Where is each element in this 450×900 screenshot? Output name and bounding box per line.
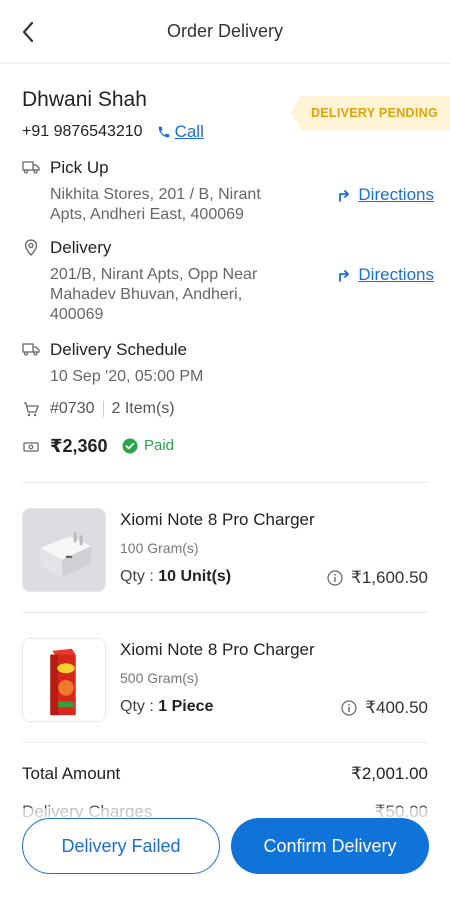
schedule-value: 10 Sep '20, 05:00 PM [50, 368, 204, 385]
order-item-count: 2 Item(s) [111, 400, 175, 417]
divider [22, 612, 428, 613]
delivery-truck-icon [22, 340, 40, 358]
status-badge: DELIVERY PENDING [290, 96, 450, 130]
divider [22, 742, 428, 743]
info-icon[interactable] [327, 570, 343, 586]
pickup-address-line: Apts, Andheri East, 400069 [50, 206, 244, 223]
item-qty: Qty : 10 Unit(s) [120, 568, 231, 586]
delivery-address-line: Mahadev Bhuvan, Andheri, [50, 286, 243, 303]
schedule-label: Delivery Schedule [50, 340, 188, 359]
qty-value: 10 Unit(s) [158, 568, 232, 585]
order-info: #0730 2 Item(s) [50, 400, 175, 418]
location-pin-icon [22, 238, 40, 256]
directions-label: Directions [358, 185, 434, 204]
item-weight: 100 Gram(s) [120, 540, 199, 556]
total-label: Total Amount [22, 764, 121, 783]
delivery-label: Delivery [50, 238, 112, 257]
directions-arrow-icon [339, 270, 350, 282]
customer-phone: +91 9876543210 [22, 123, 143, 140]
item-name: Xiomi Note 8 Pro Charger [120, 640, 315, 659]
order-item: Xiomi Note 8 Pro Charger 500 Gram(s) Qty… [22, 638, 428, 728]
page-title: Order Delivery [166, 20, 284, 41]
cash-icon [22, 438, 40, 456]
pickup-truck-icon [22, 158, 40, 176]
customer-info: Dhwani Shah +91 9876543210 Call [22, 88, 204, 142]
order-id: #0730 [50, 400, 95, 417]
cart-icon [22, 400, 40, 418]
total-amount-row: Total Amount ₹2,001.00 [22, 764, 428, 784]
phone-icon [158, 126, 169, 138]
back-arrow-icon[interactable] [16, 20, 40, 44]
action-footer: Delivery Failed Confirm Delivery [0, 808, 450, 900]
delivery-failed-button[interactable]: Delivery Failed [22, 818, 220, 874]
directions-label: Directions [358, 265, 434, 284]
product-image-juice [22, 638, 106, 722]
paid-label: Paid [144, 437, 175, 454]
price-value: ₹1,600.50 [351, 568, 428, 587]
phone-row: +91 9876543210 Call [22, 122, 204, 142]
qty-value: 1 Piece [158, 698, 214, 715]
customer-name: Dhwani Shah [22, 88, 147, 111]
call-label: Call [174, 122, 204, 141]
order-details: Dhwani Shah +91 9876543210 Call DELIVERY… [0, 66, 450, 900]
delivery-address-line: 400069 [50, 306, 104, 323]
product-image-charger [22, 508, 106, 592]
item-qty: Qty : 1 Piece [120, 698, 213, 716]
delivery-directions-link[interactable]: Directions [338, 265, 434, 285]
pickup-address-line: Nikhita Stores, 201 / B, Nirant [50, 186, 261, 203]
price-value: ₹400.50 [365, 698, 428, 717]
item-weight: 500 Gram(s) [120, 670, 199, 686]
item-name: Xiomi Note 8 Pro Charger [120, 510, 315, 529]
confirm-delivery-button[interactable]: Confirm Delivery [231, 818, 429, 874]
payment-amount: ₹2,360 [50, 436, 108, 456]
delivery-address: 201/B, Nirant Apts, Opp Near Mahadev Bhu… [50, 265, 310, 325]
qty-label: Qty : [120, 568, 154, 585]
qty-label: Qty : [120, 698, 154, 715]
app-header: Order Delivery [0, 0, 450, 64]
info-icon[interactable] [341, 700, 357, 716]
pickup-directions-link[interactable]: Directions [338, 185, 434, 205]
order-item: Xiomi Note 8 Pro Charger 100 Gram(s) Qty… [22, 508, 428, 598]
delivery-address-line: 201/B, Nirant Apts, Opp Near [50, 266, 258, 283]
total-value: ₹2,001.00 [351, 764, 428, 783]
separator [102, 400, 104, 417]
payment-status: Paid [122, 437, 174, 454]
item-price: ₹400.50 [341, 698, 428, 718]
call-button[interactable]: Call [157, 122, 204, 142]
pickup-label: Pick Up [50, 158, 109, 177]
item-price: ₹1,600.50 [327, 568, 428, 588]
directions-arrow-icon [339, 190, 350, 202]
check-circle-icon [122, 438, 138, 453]
pickup-address: Nikhita Stores, 201 / B, Nirant Apts, An… [50, 185, 310, 225]
divider [22, 482, 428, 483]
